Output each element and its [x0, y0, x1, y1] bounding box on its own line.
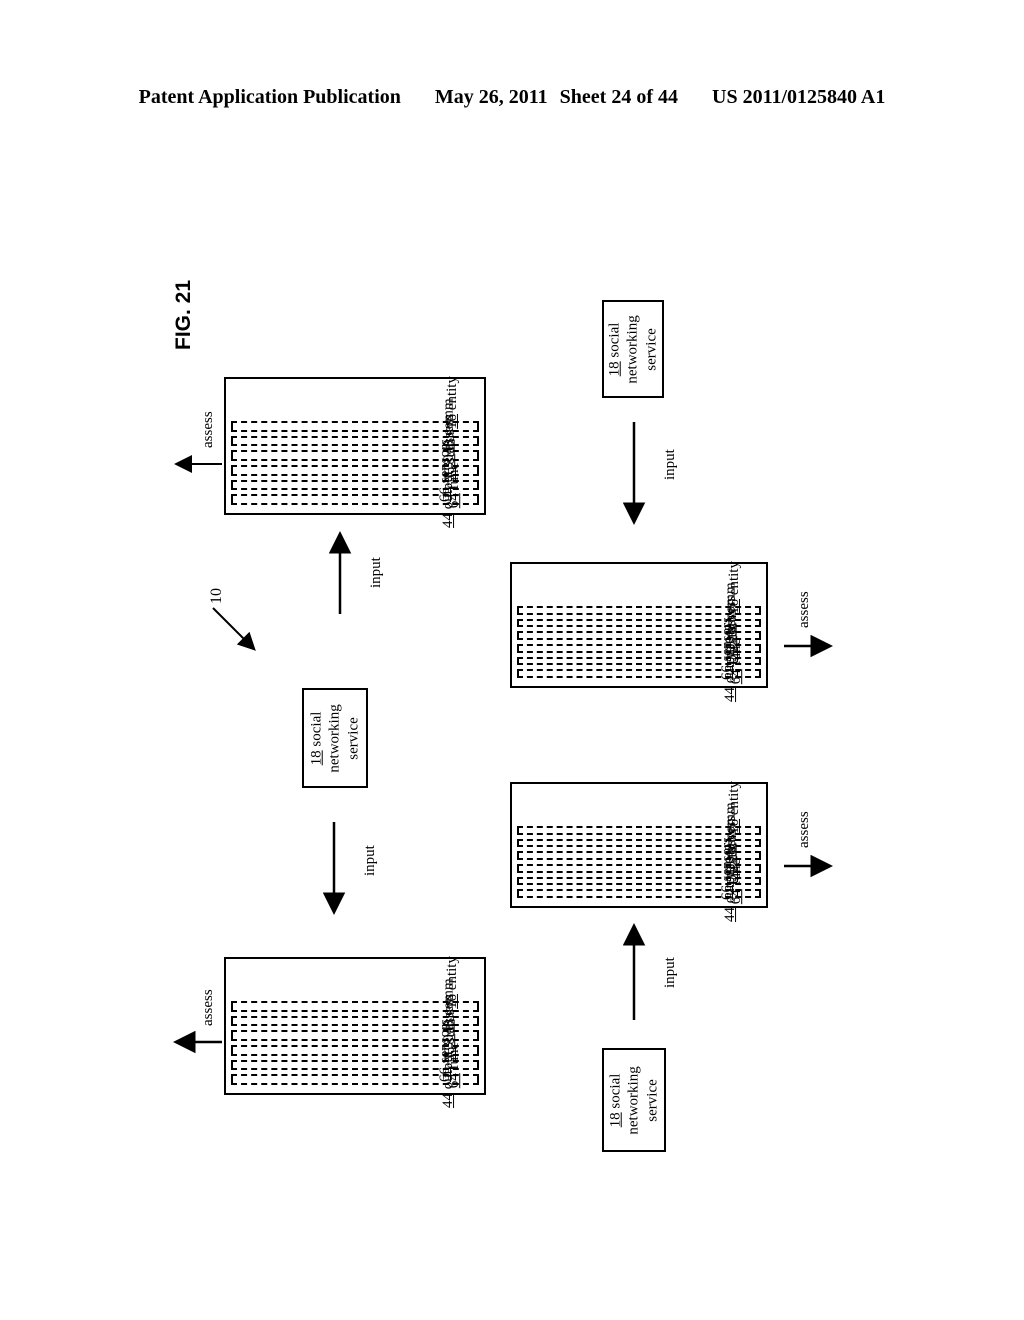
sns-line1: social [607, 1073, 624, 1109]
entity-box-bottom-left[interactable]: 16 entity 40 comm 30 assess 56 status 66… [224, 956, 486, 1108]
sns-line2: networking [624, 314, 641, 384]
input-label-top-left: input [368, 557, 384, 588]
sns-line2: networking [625, 1065, 642, 1135]
header-sheet: Sheet 24 of 44 [559, 86, 678, 108]
sns-line3: service [345, 716, 362, 760]
input-arrow-to-entity-lower-right [622, 923, 646, 1020]
header-patent-number: US 2011/0125840 A1 [712, 86, 886, 108]
header-date: May 26, 2011 [434, 86, 548, 108]
component-num: 44 [439, 513, 456, 529]
page-header: Patent Application Publication May 26, 20… [0, 86, 1024, 109]
input-arrow-to-entity-top-left [328, 531, 352, 614]
assess-label-bottom-left: assess [200, 989, 216, 1026]
sns-num: 18 [606, 360, 623, 376]
social-networking-service-bottom[interactable]: 18 social networking service [602, 1048, 666, 1152]
input-label-bottom: input [662, 957, 678, 988]
social-networking-service-center[interactable]: 18 social networking service [302, 688, 368, 788]
input-label-top-right: input [662, 449, 678, 480]
assess-arrow-middle-right [784, 634, 833, 658]
input-arrow-from-sns-top-right [622, 422, 646, 525]
component-num: 44 [721, 907, 738, 923]
entity-box-lower-right[interactable]: 16 entity 40 comm 30 assess 56 status 66… [510, 781, 768, 922]
entity-box-middle-right[interactable]: 16 entity 40 comm 30 assess 56 status 66… [510, 561, 768, 702]
entity-box-top-left[interactable]: 16 entity 40 comm 30 assess 56 status 66… [224, 376, 486, 528]
input-arrow-from-sns-center [322, 822, 346, 915]
assess-arrow-bottom-left [173, 1030, 222, 1054]
entity-component-output[interactable]: 44 output [231, 1051, 479, 1108]
sns-num: 18 [607, 1111, 624, 1127]
component-label: output [721, 865, 738, 904]
reference-numeral-leader-arrow [212, 607, 256, 651]
header-publication: Patent Application Publication [138, 86, 401, 108]
figure-label: FIG. 21 [172, 279, 195, 350]
sns-line3: service [643, 327, 660, 371]
component-num: 44 [721, 687, 738, 703]
assess-arrow-lower-right [784, 854, 833, 878]
sns-line2: networking [326, 703, 343, 773]
entity-component-output[interactable]: 44 output [517, 865, 761, 922]
component-label: output [439, 471, 456, 510]
assess-label-middle-right: assess [796, 591, 812, 628]
component-num: 44 [439, 1093, 456, 1109]
sns-line3: service [644, 1078, 661, 1122]
assess-label-top-left: assess [200, 411, 216, 448]
social-networking-service-top-right[interactable]: 18 social networking service [602, 300, 664, 398]
entity-component-output[interactable]: 44 output [517, 645, 761, 702]
component-label: output [721, 645, 738, 684]
component-label: output [439, 1051, 456, 1090]
assess-arrow-top-left [174, 455, 222, 473]
assess-label-lower-right: assess [796, 811, 812, 848]
patent-figure-page: Patent Application Publication May 26, 20… [0, 0, 1024, 1320]
input-label-center: input [362, 845, 378, 876]
sns-num: 18 [308, 749, 325, 765]
sns-line1: social [606, 322, 623, 358]
entity-component-output[interactable]: 44 output [231, 471, 479, 528]
sns-line1: social [308, 711, 325, 747]
